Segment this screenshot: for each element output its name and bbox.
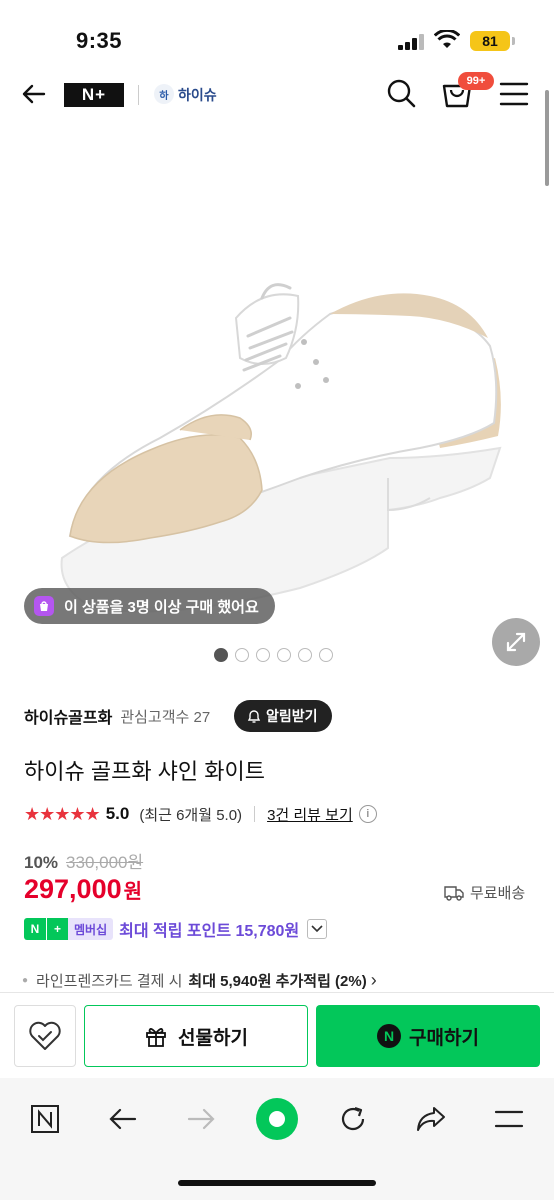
reload-icon[interactable] bbox=[330, 1096, 376, 1142]
rating-score: 5.0 bbox=[105, 804, 130, 823]
info-icon[interactable]: i bbox=[358, 805, 377, 823]
battery-icon: 81 bbox=[470, 31, 510, 51]
rating-divider bbox=[254, 806, 256, 822]
heart-check-icon bbox=[29, 1021, 61, 1050]
alarm-button[interactable]: 알림받기 bbox=[234, 700, 332, 732]
naver-plus-membership-badge: N + 멤버십 bbox=[24, 918, 114, 940]
truck-icon bbox=[444, 885, 464, 901]
cellular-signal-icon bbox=[398, 34, 424, 50]
review-link[interactable]: 3건 리뷰 보기 bbox=[267, 804, 353, 825]
buyers-notice-text: 이 상품을 3명 이상 구매 했어요 bbox=[64, 598, 259, 616]
sale-price: 297,000 bbox=[24, 874, 122, 904]
original-price-row: 10% 330,000원 bbox=[24, 848, 143, 873]
pagination-dot[interactable] bbox=[235, 648, 249, 662]
points-text: 최대 적립 포인트 15,780원 bbox=[119, 923, 300, 940]
favorite-count: 관심고객수 27 bbox=[120, 708, 211, 726]
card-benefit-prefix: 라인프렌즈카드 결제 시 bbox=[36, 973, 183, 990]
back-arrow-icon[interactable] bbox=[100, 1096, 146, 1142]
wifi-icon bbox=[434, 30, 460, 48]
product-title: 하이슈 골프화 샤인 화이트 bbox=[24, 759, 265, 784]
seller-row: 하이슈골프화 관심고객수 27 bbox=[24, 700, 210, 732]
currency-unit: 원 bbox=[123, 881, 143, 903]
cart-count-badge: 99+ bbox=[458, 72, 494, 90]
status-time: 9:35 bbox=[76, 28, 123, 53]
pagination-dot[interactable] bbox=[256, 648, 270, 662]
green-dot-icon[interactable] bbox=[254, 1096, 300, 1142]
rating-recent: (최근 6개월 5.0) bbox=[139, 806, 243, 824]
card-benefit-highlight: 최대 5,940원 추가적립 (2%) bbox=[188, 973, 367, 990]
back-arrow-icon[interactable] bbox=[18, 78, 50, 110]
pagination-dot[interactable] bbox=[298, 648, 312, 662]
buy-label: 구매하기 bbox=[409, 1027, 479, 1049]
menu-icon[interactable] bbox=[498, 80, 530, 108]
image-pagination[interactable] bbox=[214, 648, 333, 662]
buy-button[interactable]: N 구매하기 bbox=[316, 1005, 540, 1067]
expand-icon[interactable] bbox=[492, 618, 540, 666]
home-n-icon[interactable] bbox=[22, 1096, 68, 1142]
brand-logo-icon[interactable]: 하 bbox=[154, 84, 174, 104]
pagination-dot[interactable] bbox=[277, 648, 291, 662]
menu-icon[interactable] bbox=[486, 1096, 532, 1142]
card-benefit-row[interactable]: ● 라인프렌즈카드 결제 시 최대 5,940원 추가적립 (2%) › bbox=[22, 970, 377, 991]
forward-arrow-icon[interactable] bbox=[178, 1096, 224, 1142]
wishlist-button[interactable] bbox=[14, 1005, 76, 1067]
battery-tip bbox=[512, 37, 515, 45]
gift-icon bbox=[146, 1028, 166, 1047]
points-row[interactable]: N + 멤버십 최대 적립 포인트 15,780원 bbox=[24, 917, 328, 941]
bell-plus-icon bbox=[247, 710, 261, 723]
delivery-text: 무료배송 bbox=[470, 885, 526, 902]
gift-button[interactable]: 선물하기 bbox=[84, 1005, 308, 1067]
bullet-icon: ● bbox=[22, 975, 29, 986]
chevron-right-icon: › bbox=[370, 970, 377, 990]
pagination-dot[interactable] bbox=[319, 648, 333, 662]
status-bar: 9:35 81 bbox=[0, 0, 554, 72]
nav-divider bbox=[138, 85, 139, 105]
original-price: 330,000원 bbox=[66, 853, 144, 872]
naver-pay-icon: N bbox=[377, 1024, 402, 1048]
discount-rate: 10% bbox=[24, 853, 59, 872]
purchase-bar: 선물하기 N 구매하기 bbox=[0, 992, 554, 1078]
brand-name[interactable]: 하이슈 bbox=[178, 85, 217, 105]
naver-plus-logo[interactable]: N+ bbox=[64, 83, 124, 107]
chevron-down-icon[interactable] bbox=[307, 919, 328, 939]
delivery-info: 무료배송 bbox=[444, 882, 525, 903]
alarm-label: 알림받기 bbox=[266, 708, 318, 724]
shopping-bag-icon bbox=[34, 596, 54, 616]
seller-name[interactable]: 하이슈골프화 bbox=[24, 704, 112, 728]
sale-price-row: 297,000 원 bbox=[24, 874, 142, 905]
home-indicator[interactable] bbox=[178, 1180, 376, 1186]
rating-stars: ★★★★★ bbox=[24, 803, 101, 824]
buyers-notice: 이 상품을 3명 이상 구매 했어요 bbox=[24, 588, 275, 624]
rating-row: ★★★★★ 5.0 (최근 6개월 5.0) 3건 리뷰 보기 i bbox=[24, 802, 377, 826]
share-icon[interactable] bbox=[408, 1096, 454, 1142]
search-icon[interactable] bbox=[384, 76, 418, 110]
pagination-dot[interactable] bbox=[214, 648, 228, 662]
gift-label: 선물하기 bbox=[178, 1027, 248, 1049]
